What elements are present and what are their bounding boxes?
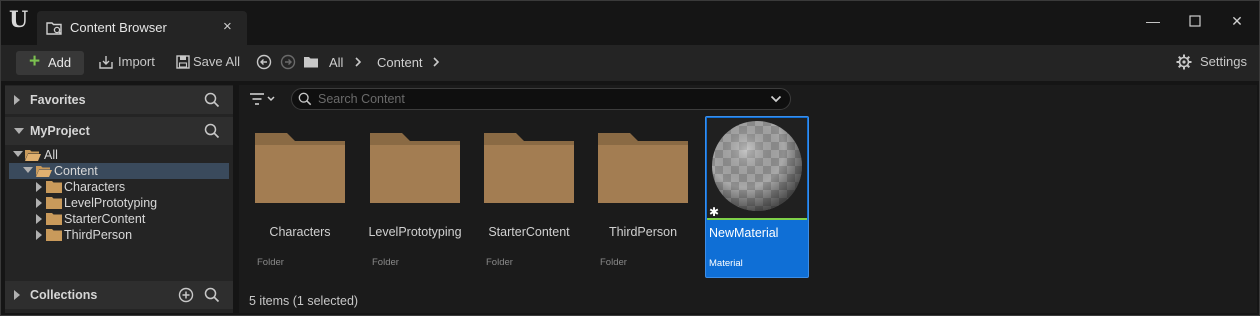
tree-item-all[interactable]: All bbox=[9, 147, 229, 163]
tree-item-levelprototyping[interactable]: LevelPrototyping bbox=[9, 195, 229, 211]
open-folder-icon bbox=[25, 150, 41, 161]
folder-icon bbox=[255, 133, 345, 203]
save-all-icon bbox=[176, 55, 190, 69]
folder-icon bbox=[484, 133, 574, 203]
expand-arrow-icon bbox=[14, 290, 20, 300]
folder-icon bbox=[598, 133, 688, 203]
asset-type: Folder bbox=[600, 257, 627, 268]
folder-icon bbox=[46, 229, 62, 241]
item-count-status: 5 items (1 selected) bbox=[249, 294, 359, 308]
tab-content-browser[interactable]: Content Browser × bbox=[37, 11, 247, 45]
asset-type: Folder bbox=[486, 257, 513, 268]
search-icon bbox=[298, 92, 312, 106]
title-bar: U Content Browser × — ✕ bbox=[1, 1, 1259, 45]
asset-tile-levelprototyping[interactable]: LevelPrototyping Folder bbox=[364, 131, 466, 279]
expand-arrow-icon bbox=[36, 214, 42, 224]
folder-icon bbox=[46, 213, 62, 225]
project-header[interactable]: MyProject bbox=[5, 117, 233, 145]
search-icon[interactable] bbox=[204, 92, 220, 108]
project-label: MyProject bbox=[30, 124, 90, 138]
tree-item-label: All bbox=[44, 148, 58, 162]
folder-icon bbox=[304, 57, 318, 68]
search-box bbox=[291, 88, 791, 110]
collapse-arrow-icon bbox=[23, 167, 33, 173]
content-browser-icon bbox=[46, 22, 62, 35]
material-type-bar bbox=[707, 218, 807, 220]
asset-name: NewMaterial bbox=[709, 226, 779, 240]
content-browser-window: U Content Browser × — ✕ + Add Import Sav… bbox=[0, 0, 1260, 316]
add-button[interactable]: + Add bbox=[16, 51, 84, 75]
chevron-right-icon bbox=[355, 57, 362, 67]
maximize-button[interactable] bbox=[1183, 10, 1207, 32]
minimize-button[interactable]: — bbox=[1141, 10, 1165, 32]
unreal-logo-icon[interactable]: U bbox=[9, 8, 33, 32]
modified-asterisk-icon: ✱ bbox=[709, 205, 720, 219]
filter-icon[interactable] bbox=[250, 92, 276, 106]
asset-name: StarterContent bbox=[488, 225, 570, 239]
search-icon[interactable] bbox=[204, 123, 220, 139]
import-icon bbox=[99, 56, 113, 69]
asset-view: Characters Folder LevelPrototyping Folde… bbox=[239, 85, 1257, 313]
search-icon[interactable] bbox=[204, 287, 220, 303]
expand-arrow-icon bbox=[14, 95, 20, 105]
plus-icon: + bbox=[29, 51, 41, 72]
sources-panel: Favorites MyProject All Content Characte… bbox=[5, 85, 233, 313]
chevron-right-icon[interactable] bbox=[431, 56, 441, 68]
tree-item-label: LevelPrototyping bbox=[64, 196, 158, 210]
asset-type: Folder bbox=[257, 257, 284, 268]
favorites-header[interactable]: Favorites bbox=[5, 86, 233, 114]
asset-type: Material bbox=[709, 258, 743, 269]
favorites-label: Favorites bbox=[30, 93, 86, 107]
folder-icon bbox=[46, 181, 62, 193]
tree-item-label: Content bbox=[54, 164, 98, 178]
tree-item-startercontent[interactable]: StarterContent bbox=[9, 211, 229, 227]
folder-icon bbox=[46, 197, 62, 209]
tree-item-thirdperson[interactable]: ThirdPerson bbox=[9, 227, 229, 243]
save-all-button[interactable]: Save All bbox=[193, 54, 240, 69]
gear-icon bbox=[1176, 54, 1192, 70]
asset-name: ThirdPerson bbox=[608, 225, 678, 239]
asset-tile-newmaterial[interactable]: ✱ NewMaterial Material bbox=[705, 116, 809, 278]
add-collection-icon[interactable] bbox=[178, 287, 194, 303]
tab-close-icon[interactable]: × bbox=[223, 18, 232, 35]
asset-name: LevelPrototyping bbox=[368, 225, 462, 239]
asset-type: Folder bbox=[372, 257, 399, 268]
open-folder-icon bbox=[36, 166, 52, 177]
expand-arrow-icon bbox=[36, 230, 42, 240]
breadcrumb-all[interactable]: All bbox=[329, 55, 343, 70]
tab-label: Content Browser bbox=[70, 20, 167, 35]
settings-button[interactable]: Settings bbox=[1200, 54, 1247, 69]
forward-icon[interactable] bbox=[280, 54, 296, 70]
add-label: Add bbox=[48, 55, 72, 70]
expand-arrow-icon bbox=[36, 182, 42, 192]
asset-tile-characters[interactable]: Characters Folder bbox=[249, 131, 351, 279]
close-button[interactable]: ✕ bbox=[1225, 10, 1249, 32]
tree-item-label: ThirdPerson bbox=[64, 228, 133, 242]
material-sphere-icon bbox=[707, 118, 807, 218]
chevron-down-icon[interactable] bbox=[770, 95, 782, 103]
maximize-icon bbox=[1189, 15, 1201, 27]
asset-name: Characters bbox=[269, 225, 331, 239]
tree-item-label: StarterContent bbox=[64, 212, 146, 226]
collections-label: Collections bbox=[30, 288, 98, 302]
asset-tile-startercontent[interactable]: StarterContent Folder bbox=[478, 131, 580, 279]
search-input[interactable] bbox=[318, 91, 758, 107]
material-thumbnail bbox=[707, 118, 807, 218]
tree-item-content[interactable]: Content bbox=[9, 163, 229, 179]
expand-arrow-icon bbox=[36, 198, 42, 208]
back-icon[interactable] bbox=[256, 54, 272, 70]
asset-tile-thirdperson[interactable]: ThirdPerson Folder bbox=[592, 131, 694, 279]
toolbar: + Add Import Save All All Content Settin… bbox=[1, 45, 1259, 81]
tree-item-label: Characters bbox=[64, 180, 126, 194]
collapse-arrow-icon bbox=[13, 151, 23, 157]
import-button[interactable]: Import bbox=[118, 54, 155, 69]
breadcrumb-content[interactable]: Content bbox=[377, 55, 423, 70]
folder-icon bbox=[370, 133, 460, 203]
collapse-arrow-icon bbox=[14, 128, 24, 134]
tree-item-characters[interactable]: Characters bbox=[9, 179, 229, 195]
collections-header[interactable]: Collections bbox=[5, 281, 233, 309]
